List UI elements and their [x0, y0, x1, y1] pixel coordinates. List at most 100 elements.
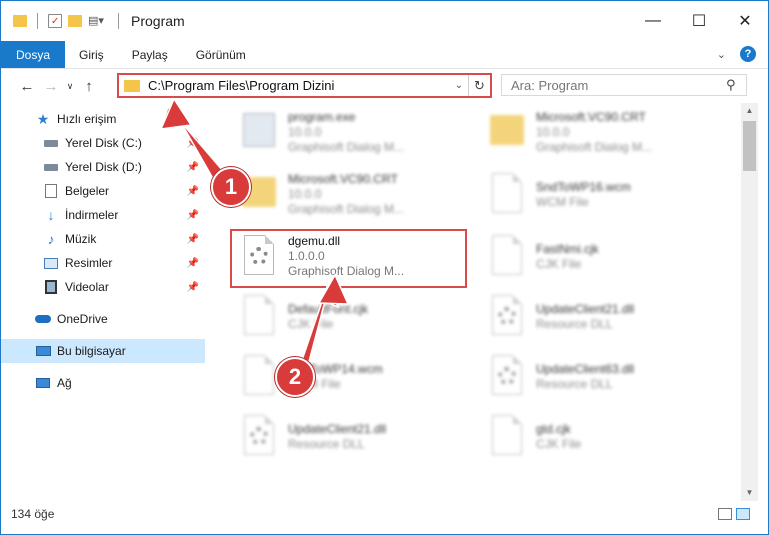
sidebar-item-disk-d[interactable]: Yerel Disk (D:) 📌 [1, 155, 205, 179]
details-view-icon[interactable] [718, 508, 732, 520]
expand-ribbon-icon[interactable]: ⌄ [717, 48, 726, 61]
file-item[interactable]: Microsoft.VC90.CRT 10.0.0 Graphisoft Dialo… [226, 165, 466, 223]
file-item[interactable]: program.exe 10.0.0 Graphisoft Dialog M... [226, 103, 466, 161]
sidebar-item-videos[interactable]: Videolar 📌 [1, 275, 205, 299]
file-item[interactable]: UpdateClient21.dll Resource DLL [474, 287, 714, 345]
file-name: gtd.cjk [536, 421, 571, 436]
properties-icon[interactable]: ✓ [48, 14, 62, 28]
sidebar-item-downloads[interactable]: ↓ İndirmeler 📌 [1, 203, 205, 227]
file-version: 10.0.0 [288, 187, 322, 201]
folder-icon [488, 109, 526, 155]
pin-icon[interactable]: 📌 [187, 258, 199, 269]
pin-icon[interactable]: 📌 [187, 234, 199, 245]
sidebar-item-music[interactable]: ♪ Müzik 📌 [1, 227, 205, 251]
sidebar-item-quick-access[interactable]: ★ Hızlı erişim [1, 107, 205, 131]
pin-icon[interactable]: 📌 [187, 138, 199, 149]
sidebar-item-onedrive[interactable]: OneDrive [1, 307, 205, 331]
sidebar-item-label: Bu bilgisayar [57, 344, 126, 358]
folder-icon [124, 79, 140, 92]
file-type: WCM File [536, 194, 589, 209]
view-switcher [718, 508, 750, 520]
file-item[interactable]: FastNmi.cjk CJK File [474, 227, 714, 285]
search-icon[interactable]: ⚲ [726, 77, 746, 93]
document-icon [488, 413, 526, 459]
separator [118, 13, 119, 29]
sidebar-item-label: Yerel Disk (C:) [65, 136, 142, 150]
file-type: CJK File [288, 316, 334, 331]
document-icon [240, 353, 278, 399]
ribbon-right-controls: ⌄ ? [717, 46, 756, 62]
new-folder-icon[interactable] [68, 15, 82, 27]
title-bar: ✓ ▤▾ Program — ☐ ✕ [1, 1, 768, 41]
pin-icon[interactable]: 📌 [187, 186, 199, 197]
sidebar-item-network[interactable]: Ağ [1, 371, 205, 395]
file-item[interactable]: DefaultFont.cjk CJK File [226, 287, 466, 345]
sidebar-item-pictures[interactable]: Resimler 📌 [1, 251, 205, 275]
address-bar[interactable]: C:\Program Files\Program Dizini ⌄ ↻ [117, 73, 492, 98]
tab-view[interactable]: Görünüm [182, 41, 260, 68]
document-icon [488, 171, 526, 217]
file-item[interactable]: SndToWP16.wcm WCM File [474, 165, 714, 223]
sidebar-item-documents[interactable]: Belgeler 📌 [1, 179, 205, 203]
maximize-button[interactable]: ☐ [676, 1, 722, 41]
file-name: DefaultFont.cjk [288, 301, 369, 316]
file-item[interactable]: UpdateClient21.dll Resource DLL [226, 407, 466, 465]
dll-gear-icon [488, 293, 526, 339]
tab-home[interactable]: Giriş [65, 41, 118, 68]
tab-file[interactable]: Dosya [1, 41, 66, 68]
minimize-button[interactable]: — [630, 1, 676, 41]
sidebar-item-disk-c[interactable]: Yerel Disk (C:) 📌 [1, 131, 205, 155]
folder-icon[interactable] [13, 15, 27, 27]
tab-share[interactable]: Paylaş [118, 41, 182, 68]
videos-icon [43, 279, 59, 295]
file-company: Graphisoft Dialog M... [536, 140, 653, 154]
file-list: program.exe 10.0.0 Graphisoft Dialog M... … [216, 103, 740, 501]
navigation-bar: ← → ∨ ↑ C:\Program Files\Program Dizini … [1, 70, 768, 102]
file-item[interactable]: Microsoft.VC90.CRT 10.0.0 Graphisoft Dialo… [474, 103, 714, 161]
up-arrow-icon[interactable]: ↑ [77, 78, 101, 95]
file-item[interactable]: gtd.cjk CJK File [474, 407, 714, 465]
forward-arrow-icon[interactable]: → [39, 78, 63, 95]
pin-icon[interactable]: 📌 [187, 210, 199, 221]
pin-icon[interactable]: 📌 [187, 282, 199, 293]
address-path[interactable]: C:\Program Files\Program Dizini [148, 78, 450, 93]
file-name: UpdateClient21.dll [288, 421, 387, 436]
refresh-icon[interactable]: ↻ [468, 75, 490, 96]
file-type: Resource DLL [288, 436, 365, 451]
file-type: CJK File [536, 436, 582, 451]
scroll-up-arrow-icon[interactable]: ▲ [741, 103, 758, 119]
help-icon[interactable]: ? [740, 46, 756, 62]
scroll-down-arrow-icon[interactable]: ▼ [741, 485, 758, 501]
sidebar-item-label: Ağ [57, 376, 72, 390]
file-item[interactable]: SndToWP14.wcm WCM File [226, 347, 466, 405]
file-company: Graphisoft Dialog M... [288, 202, 405, 216]
status-bar: 134 öğe [1, 503, 768, 525]
customize-toolbar-icon[interactable]: ▤▾ [88, 14, 108, 28]
scroll-thumb[interactable] [743, 121, 756, 171]
address-dropdown-icon[interactable]: ⌄ [450, 80, 468, 91]
ribbon-tabs: Dosya Giriş Paylaş Görünüm ⌄ ? [1, 41, 768, 69]
file-item[interactable]: UpdateClient63.dll Resource DLL [474, 347, 714, 405]
recent-locations-chevron-icon[interactable]: ∨ [63, 81, 77, 92]
music-icon: ♪ [47, 231, 55, 247]
close-button[interactable]: ✕ [722, 1, 768, 41]
computer-icon [35, 343, 51, 359]
window-controls: — ☐ ✕ [630, 1, 768, 41]
vertical-scrollbar[interactable]: ▲ ▼ [741, 103, 758, 501]
pin-icon[interactable]: 📌 [187, 162, 199, 173]
large-icons-view-icon[interactable] [736, 508, 750, 520]
file-name: UpdateClient21.dll [536, 301, 635, 316]
file-version: 10.0.0 [536, 125, 570, 139]
sidebar-item-this-pc[interactable]: Bu bilgisayar [1, 339, 205, 363]
search-box[interactable]: Ara: Program ⚲ [501, 74, 747, 96]
back-arrow-icon[interactable]: ← [15, 78, 39, 95]
sidebar-item-label: Müzik [65, 232, 97, 246]
navigation-pane: ★ Hızlı erişim Yerel Disk (C:) 📌 Yerel D… [1, 107, 205, 499]
file-name: FastNmi.cjk [536, 241, 599, 256]
file-name: SndToWP16.wcm [536, 179, 631, 194]
sidebar-item-label: OneDrive [57, 312, 108, 326]
explorer-window: ✓ ▤▾ Program — ☐ ✕ Dosya Giriş Paylaş Gö… [0, 0, 769, 535]
search-placeholder[interactable]: Ara: Program [511, 78, 726, 93]
sidebar-item-label: Resimler [65, 256, 113, 270]
sidebar-item-label: Hızlı erişim [57, 112, 117, 126]
